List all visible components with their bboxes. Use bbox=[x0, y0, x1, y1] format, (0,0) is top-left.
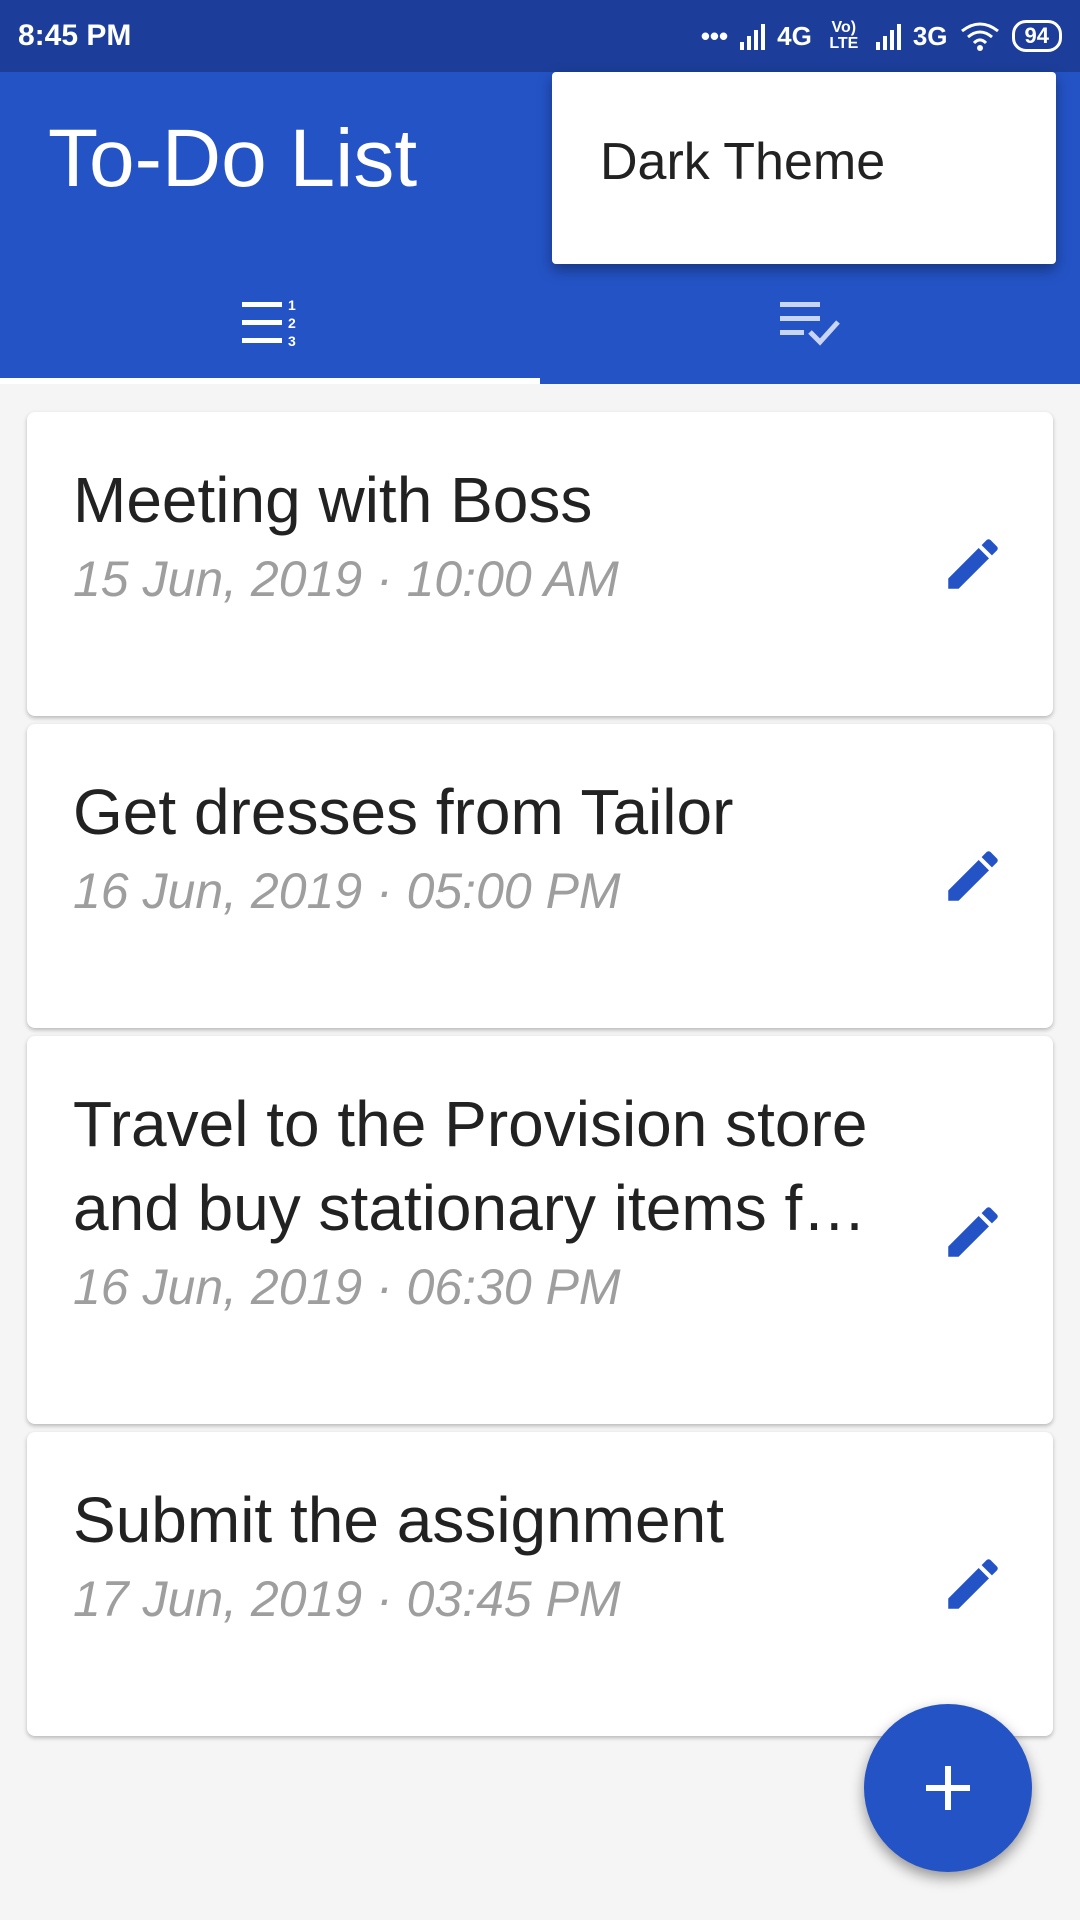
status-bar: 8:45 PM ••• 4G Vo) LTE 3G 94 bbox=[0, 0, 1080, 72]
numbered-list-icon: 1 2 3 bbox=[242, 297, 296, 349]
svg-text:3: 3 bbox=[288, 333, 296, 349]
svg-text:2: 2 bbox=[288, 315, 296, 331]
more-dots-icon: ••• bbox=[700, 20, 729, 51]
task-title: Get dresses from Tailor bbox=[73, 776, 734, 848]
network-type-1: 4G bbox=[777, 20, 812, 51]
task-datetime: 16 Jun, 2019 · 06:30 PM bbox=[73, 1259, 621, 1315]
tab-todo[interactable]: 1 2 3 bbox=[0, 268, 540, 380]
menu-item-dark-theme[interactable]: Dark Theme bbox=[600, 132, 885, 192]
task-title: Submit the assignment bbox=[73, 1484, 724, 1556]
edit-icon bbox=[948, 1559, 998, 1609]
plus-icon bbox=[926, 1766, 970, 1810]
tab-indicator bbox=[0, 378, 540, 384]
status-icons: ••• 4G Vo) LTE 3G 94 bbox=[701, 20, 1062, 52]
edit-icon bbox=[948, 851, 998, 901]
task-card[interactable]: Travel to the Provision store and buy st… bbox=[27, 1036, 1053, 1424]
task-datetime: 17 Jun, 2019 · 03:45 PM bbox=[73, 1571, 621, 1627]
task-datetime: 15 Jun, 2019 · 10:00 AM bbox=[73, 551, 619, 607]
volte-label: Vo) LTE bbox=[829, 19, 859, 52]
battery-icon: 94 bbox=[1011, 20, 1062, 52]
checklist-done-icon bbox=[780, 302, 840, 346]
task-title: Travel to the Provision store and buy st… bbox=[73, 1088, 868, 1244]
overflow-menu: Dark Theme bbox=[552, 72, 1056, 264]
edit-button[interactable] bbox=[939, 842, 1007, 910]
wifi-icon bbox=[960, 22, 999, 51]
tab-completed[interactable] bbox=[540, 268, 1080, 380]
task-card[interactable]: Get dresses from Tailor 16 Jun, 2019 · 0… bbox=[27, 724, 1053, 1028]
task-datetime: 16 Jun, 2019 · 05:00 PM bbox=[73, 863, 621, 919]
edit-button[interactable] bbox=[939, 530, 1007, 598]
network-type-2: 3G bbox=[912, 20, 948, 51]
page-title: To-Do List bbox=[48, 113, 418, 204]
task-card[interactable]: Meeting with Boss 15 Jun, 2019 · 10:00 A… bbox=[27, 412, 1053, 716]
signal-icon bbox=[740, 22, 766, 50]
edit-icon bbox=[948, 539, 998, 589]
task-card[interactable]: Submit the assignment 17 Jun, 2019 · 03:… bbox=[27, 1432, 1053, 1736]
edit-button[interactable] bbox=[939, 1198, 1007, 1266]
task-title: Meeting with Boss bbox=[73, 464, 593, 536]
status-time: 8:45 PM bbox=[18, 19, 132, 52]
add-task-button[interactable] bbox=[864, 1704, 1032, 1872]
edit-icon bbox=[948, 1207, 998, 1257]
signal-icon-2 bbox=[875, 22, 901, 50]
svg-text:1: 1 bbox=[288, 297, 296, 313]
edit-button[interactable] bbox=[939, 1550, 1007, 1618]
